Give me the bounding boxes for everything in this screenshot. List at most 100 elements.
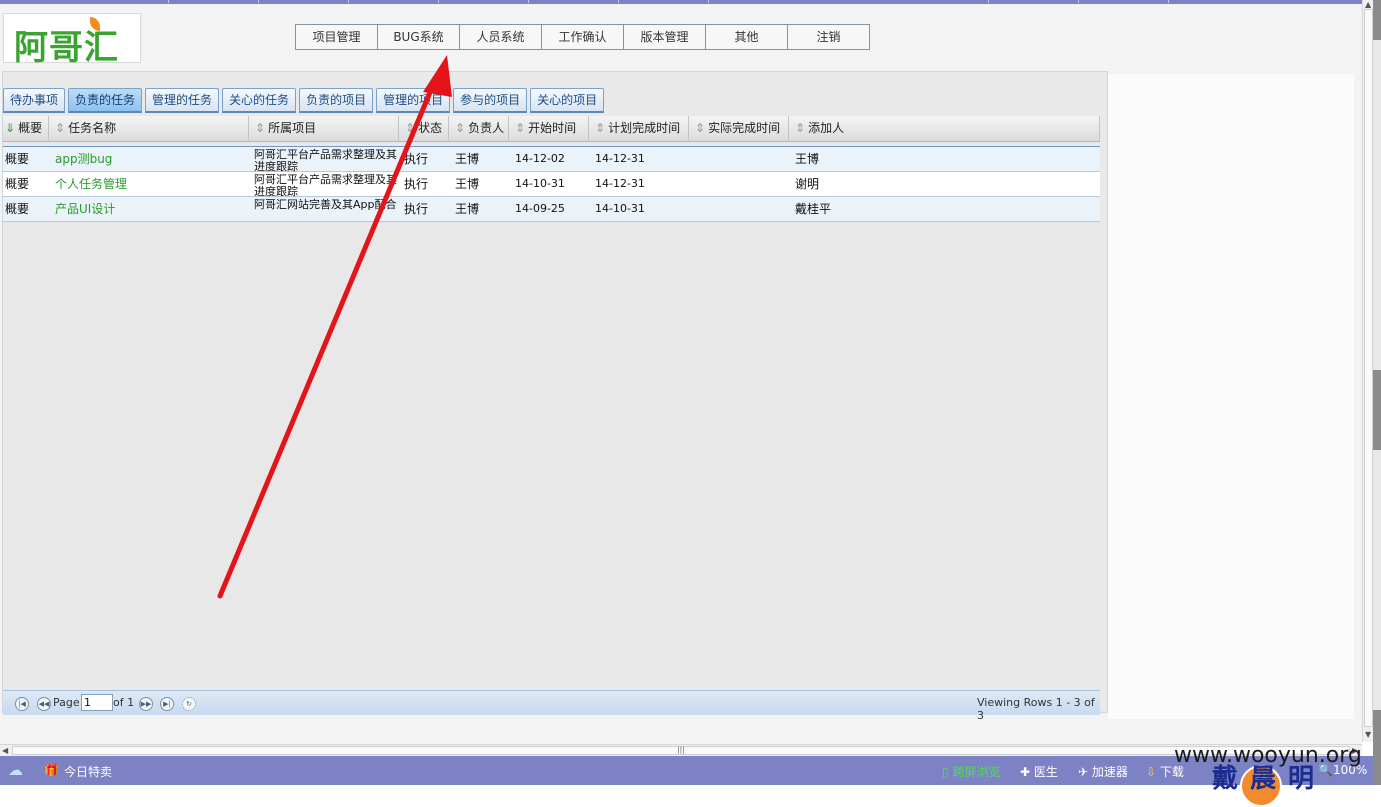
browser-tab[interactable] <box>990 0 1079 3</box>
start-cell: 14-10-31 <box>515 177 565 190</box>
tab-watched-projects[interactable]: 关心的项目 <box>530 88 605 113</box>
sort-arrow-icon: ⇕ <box>595 121 606 135</box>
planned-cell: 14-12-31 <box>595 177 645 190</box>
browser-tab[interactable] <box>440 0 529 3</box>
browser-logo-icon[interactable]: ☁ <box>8 761 23 779</box>
adder-cell: 戴桂平 <box>795 202 832 216</box>
tab-managed-projects[interactable]: 管理的项目 <box>376 88 451 113</box>
nav-project-management[interactable]: 项目管理 <box>295 24 378 50</box>
col-status-header[interactable]: ⇕ 状态 <box>401 116 449 141</box>
grid-header: ⇓ 概要 ⇕ 任务名称 ⇕ 所属项目 ⇕ 状态 ⇕ 负责人 ⇕ 开始时间 ⇕ 计划完成时间 ⇕… <box>3 116 1100 142</box>
adder-cell: 谢明 <box>795 177 820 191</box>
planned-cell: 14-10-31 <box>595 202 645 215</box>
doctor-link[interactable]: ✚ 医生 <box>1020 763 1058 780</box>
doctor-icon: ✚ <box>1020 765 1031 779</box>
browser-tab[interactable] <box>80 0 169 3</box>
adder-cell: 王博 <box>795 152 820 166</box>
owner-cell: 王博 <box>455 152 480 166</box>
nav-other[interactable]: 其他 <box>705 24 788 50</box>
scroll-down-icon[interactable]: ▼ <box>1365 730 1371 739</box>
sort-arrow-icon: ⇓ <box>5 121 16 135</box>
browser-status-bar: ☁ 🎁 今日特卖 ▯ 跨屏浏览 ✚ 医生 ✈ 加速器 ⇩ 下载 78 🔍100% <box>0 756 1373 807</box>
tab-watched-tasks[interactable]: 关心的任务 <box>222 88 297 113</box>
download-icon: ⇩ <box>1146 765 1157 779</box>
col-task-name-header[interactable]: ⇕ 任务名称 <box>51 116 249 141</box>
scroll-up-icon[interactable]: ▲ <box>1365 0 1371 9</box>
project-cell: 阿哥汇平台产品需求整理及其进度跟踪 <box>254 173 397 198</box>
grid-body: 概要 app测bug 阿哥汇平台产品需求整理及其进度跟踪 执行 王博 14-12… <box>3 146 1100 687</box>
task-name-link[interactable]: 产品UI设计 <box>55 197 115 221</box>
scroll-left-icon[interactable]: ◀ <box>2 746 8 755</box>
main-nav: 项目管理 BUG系统 人员系统 工作确认 版本管理 其他 注销 <box>295 24 870 50</box>
browser-tab[interactable] <box>1080 0 1169 3</box>
page-of-label: of 1 <box>113 696 135 709</box>
status-cell: 执行 <box>404 177 429 191</box>
start-cell: 14-09-25 <box>515 202 565 215</box>
col-summary-header[interactable]: ⇓ 概要 <box>3 116 49 141</box>
pager: |◀ ◀◀ Page 1 of 1 ▶▶ ▶| ↻ Viewing Rows 1… <box>3 690 1100 722</box>
task-name-link[interactable]: app测bug <box>55 147 112 171</box>
table-row[interactable]: 概要 产品UI设计 阿哥汇网站完善及其App配合 执行 王博 14-09-25 … <box>3 197 1100 222</box>
col-adder-header[interactable]: ⇕ 添加人 <box>791 116 1100 141</box>
tab-my-projects[interactable]: 负责的项目 <box>299 88 374 113</box>
viewing-rows-label: Viewing Rows 1 - 3 of 3 <box>977 696 1095 722</box>
nav-logout[interactable]: 注销 <box>787 24 870 50</box>
first-page-icon[interactable]: |◀ <box>15 697 29 711</box>
sort-arrow-icon: ⇕ <box>405 121 416 135</box>
horizontal-scrollbar[interactable]: ◀ ||| ▶ <box>0 744 1362 756</box>
next-page-icon[interactable]: ▶▶ <box>139 697 153 711</box>
owner-cell: 王博 <box>455 202 480 216</box>
prev-page-icon[interactable]: ◀◀ <box>37 697 51 711</box>
table-row[interactable]: 概要 app测bug 阿哥汇平台产品需求整理及其进度跟踪 执行 王博 14-12… <box>3 147 1100 173</box>
sort-arrow-icon: ⇕ <box>55 121 66 135</box>
col-start-header[interactable]: ⇕ 开始时间 <box>511 116 589 141</box>
tab-my-tasks[interactable]: 负责的任务 <box>68 88 143 113</box>
tab-joined-projects[interactable]: 参与的项目 <box>453 88 528 113</box>
browser-tab[interactable] <box>170 0 259 3</box>
browser-tab[interactable] <box>530 0 619 3</box>
daily-sale-link[interactable]: 今日特卖 <box>64 763 112 780</box>
project-cell: 阿哥汇网站完善及其App配合 <box>254 198 397 211</box>
right-pane <box>1108 74 1354 719</box>
nav-work-confirm[interactable]: 工作确认 <box>541 24 624 50</box>
status-cell: 执行 <box>404 152 429 166</box>
sort-arrow-icon: ⇕ <box>255 121 266 135</box>
browser-tab[interactable] <box>350 0 439 3</box>
table-row[interactable]: 概要 个人任务管理 阿哥汇平台产品需求整理及其进度跟踪 执行 王博 14-10-… <box>3 172 1100 198</box>
watermark-mark: 戴晨明 <box>1212 764 1327 794</box>
nav-bug-system[interactable]: BUG系统 <box>377 24 460 50</box>
start-cell: 14-12-02 <box>515 152 565 165</box>
tab-managed-tasks[interactable]: 管理的任务 <box>145 88 220 113</box>
status-cell: 执行 <box>404 202 429 216</box>
col-planned-header[interactable]: ⇕ 计划完成时间 <box>591 116 689 141</box>
page-input[interactable]: 1 <box>81 694 113 711</box>
browser-tab[interactable] <box>260 0 349 3</box>
sort-arrow-icon: ⇕ <box>515 121 526 135</box>
tab-todo[interactable]: 待办事项 <box>3 88 66 113</box>
logo[interactable]: 阿哥汇 <box>3 13 141 68</box>
sub-tabs: 待办事项 负责的任务 管理的任务 关心的任务 负责的项目 管理的项目 参与的项目… <box>3 88 607 113</box>
gift-icon: 🎁 <box>44 763 59 777</box>
summary-link[interactable]: 概要 <box>5 172 29 196</box>
col-actual-header[interactable]: ⇕ 实际完成时间 <box>691 116 789 141</box>
browser-tab[interactable] <box>900 0 989 3</box>
scroll-thumb[interactable] <box>1364 9 1373 727</box>
summary-link[interactable]: 概要 <box>5 147 29 171</box>
summary-link[interactable]: 概要 <box>5 197 29 221</box>
last-page-icon[interactable]: ▶| <box>160 697 174 711</box>
browser-tab[interactable] <box>620 0 709 3</box>
sort-arrow-icon: ⇕ <box>455 121 466 135</box>
task-name-link[interactable]: 个人任务管理 <box>55 172 127 196</box>
phone-icon: ▯ <box>942 765 949 779</box>
col-owner-header[interactable]: ⇕ 负责人 <box>451 116 509 141</box>
nav-personnel-system[interactable]: 人员系统 <box>459 24 542 50</box>
refresh-icon[interactable]: ↻ <box>182 697 196 711</box>
page-label: Page <box>53 696 80 709</box>
nav-version-management[interactable]: 版本管理 <box>623 24 706 50</box>
cross-screen-link[interactable]: ▯ 跨屏浏览 <box>942 763 1000 780</box>
col-project-header[interactable]: ⇕ 所属项目 <box>251 116 399 141</box>
sort-arrow-icon: ⇕ <box>795 121 806 135</box>
project-cell: 阿哥汇平台产品需求整理及其进度跟踪 <box>254 148 397 173</box>
accelerator-link[interactable]: ✈ 加速器 <box>1078 763 1128 780</box>
scroll-thumb[interactable]: ||| <box>12 746 1350 755</box>
